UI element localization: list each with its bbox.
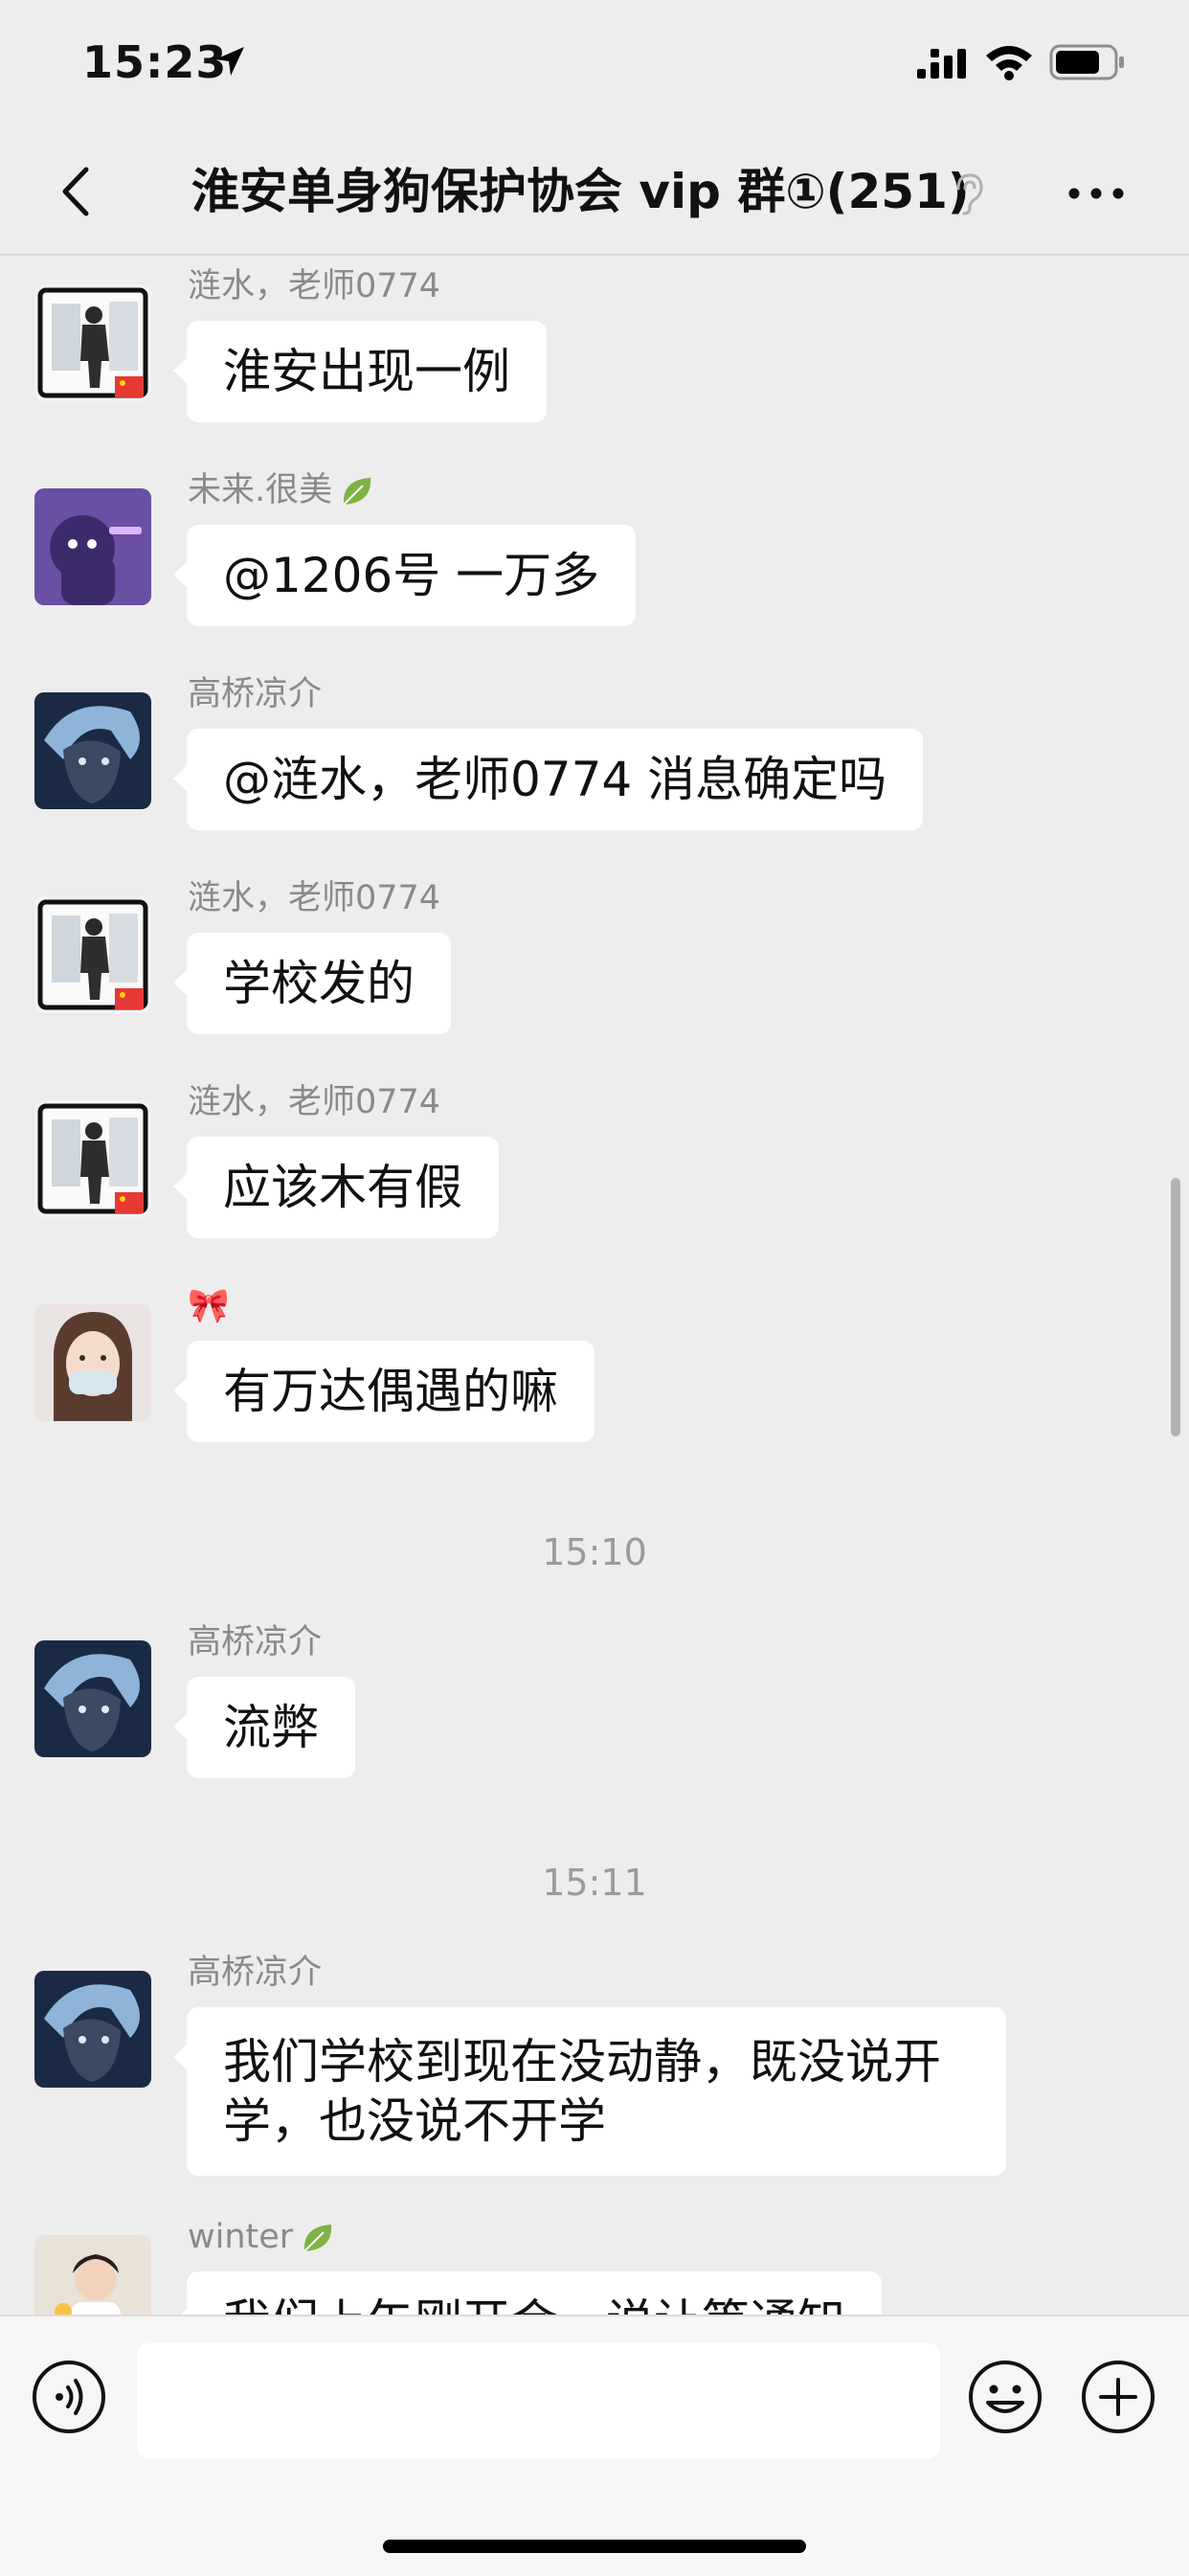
more-options-button[interactable] [1063, 169, 1130, 217]
phone-selfie-avatar[interactable] [34, 284, 151, 401]
message-item: 高桥凉介 我们学校到现在没动静，既没说开学，也没说不开学 [0, 1942, 1189, 2191]
sender-name: 未来.很美 [188, 471, 376, 510]
sender-name-text: 未来.很美 [188, 471, 333, 509]
message-item: 高桥凉介 流弊 [0, 1612, 1189, 1803]
sender-name: winter [188, 2218, 337, 2257]
status-time: 15:23 [82, 36, 228, 88]
message-item: winter 我们上午刚开会，说让等通知 [0, 2206, 1189, 2315]
sender-name: 涟水，老师0774 [188, 879, 441, 917]
back-button[interactable] [50, 158, 107, 225]
message-item: 高桥凉介 @涟水，老师0774 消息确定吗 [0, 664, 1189, 855]
cellular-signal-icon [917, 49, 966, 79]
leaf-badge-icon [303, 2225, 332, 2252]
purple-cartoon-avatar[interactable] [34, 488, 151, 605]
sender-name: 高桥凉介 [188, 675, 323, 713]
message-bubble[interactable]: 有万达偶遇的嘛 [173, 1341, 594, 1442]
message-bubble[interactable]: 学校发的 [173, 933, 451, 1034]
sender-name: 涟水，老师0774 [188, 1083, 441, 1121]
message-bubble[interactable]: 流弊 [173, 1677, 355, 1778]
message-item: 🎀 有万达偶遇的嘛 [0, 1276, 1189, 1467]
message-item: 涟水，老师0774 学校发的 [0, 868, 1189, 1059]
chat-title: 淮安单身狗保护协会 vip 群①(251) [191, 164, 970, 219]
message-list[interactable]: 涟水，老师0774 淮安出现一例 未来.很美 @1206号 一万多 高桥凉介 @… [0, 256, 1189, 2315]
time-divider: 15:10 [542, 1531, 647, 1573]
input-bar [0, 2315, 1189, 2576]
anime-blue-hair-avatar[interactable] [34, 1971, 151, 2088]
child-photo-avatar[interactable] [34, 2235, 151, 2315]
scrollbar[interactable] [1171, 1178, 1180, 1436]
message-bubble[interactable]: 我们学校到现在没动静，既没说开学，也没说不开学 [173, 2007, 1006, 2176]
message-item: 未来.很美 @1206号 一万多 [0, 460, 1189, 651]
earpiece-mode-icon [956, 173, 983, 215]
chat-header: 淮安单身狗保护协会 vip 群①(251) [0, 129, 1189, 256]
more-actions-plus-button[interactable] [1080, 2359, 1156, 2435]
leaf-badge-icon [343, 478, 371, 506]
sender-name: 高桥凉介 [188, 1623, 323, 1661]
girl-photo-avatar[interactable] [34, 1304, 151, 1421]
battery-icon [1049, 44, 1124, 80]
phone-selfie-avatar[interactable] [34, 1100, 151, 1217]
time-divider: 15:11 [542, 1862, 647, 1904]
message-item: 涟水，老师0774 淮安出现一例 [0, 256, 1189, 447]
message-bubble[interactable]: 我们上午刚开会，说让等通知 [173, 2271, 882, 2315]
sender-name: 涟水，老师0774 [188, 267, 441, 305]
location-arrow-icon [215, 47, 244, 76]
message-bubble[interactable]: 应该木有假 [173, 1137, 499, 1238]
sender-name: 🎀 [188, 1287, 230, 1325]
home-indicator[interactable] [383, 2540, 806, 2553]
status-bar: 15:23 [0, 0, 1189, 129]
voice-input-button[interactable] [31, 2359, 107, 2435]
anime-blue-hair-avatar[interactable] [34, 1640, 151, 1757]
wifi-icon [986, 46, 1032, 80]
sender-name-text: winter [188, 2218, 294, 2256]
message-bubble[interactable]: 淮安出现一例 [173, 321, 547, 422]
message-item: 涟水，老师0774 应该木有假 [0, 1072, 1189, 1263]
message-input[interactable] [137, 2343, 940, 2458]
phone-selfie-avatar[interactable] [34, 896, 151, 1013]
message-bubble[interactable]: @1206号 一万多 [172, 525, 637, 626]
sender-name: 高桥凉介 [188, 1954, 323, 1992]
emoji-button[interactable] [967, 2359, 1043, 2435]
anime-blue-hair-avatar[interactable] [34, 692, 151, 809]
message-bubble[interactable]: @涟水，老师0774 消息确定吗 [172, 729, 924, 830]
